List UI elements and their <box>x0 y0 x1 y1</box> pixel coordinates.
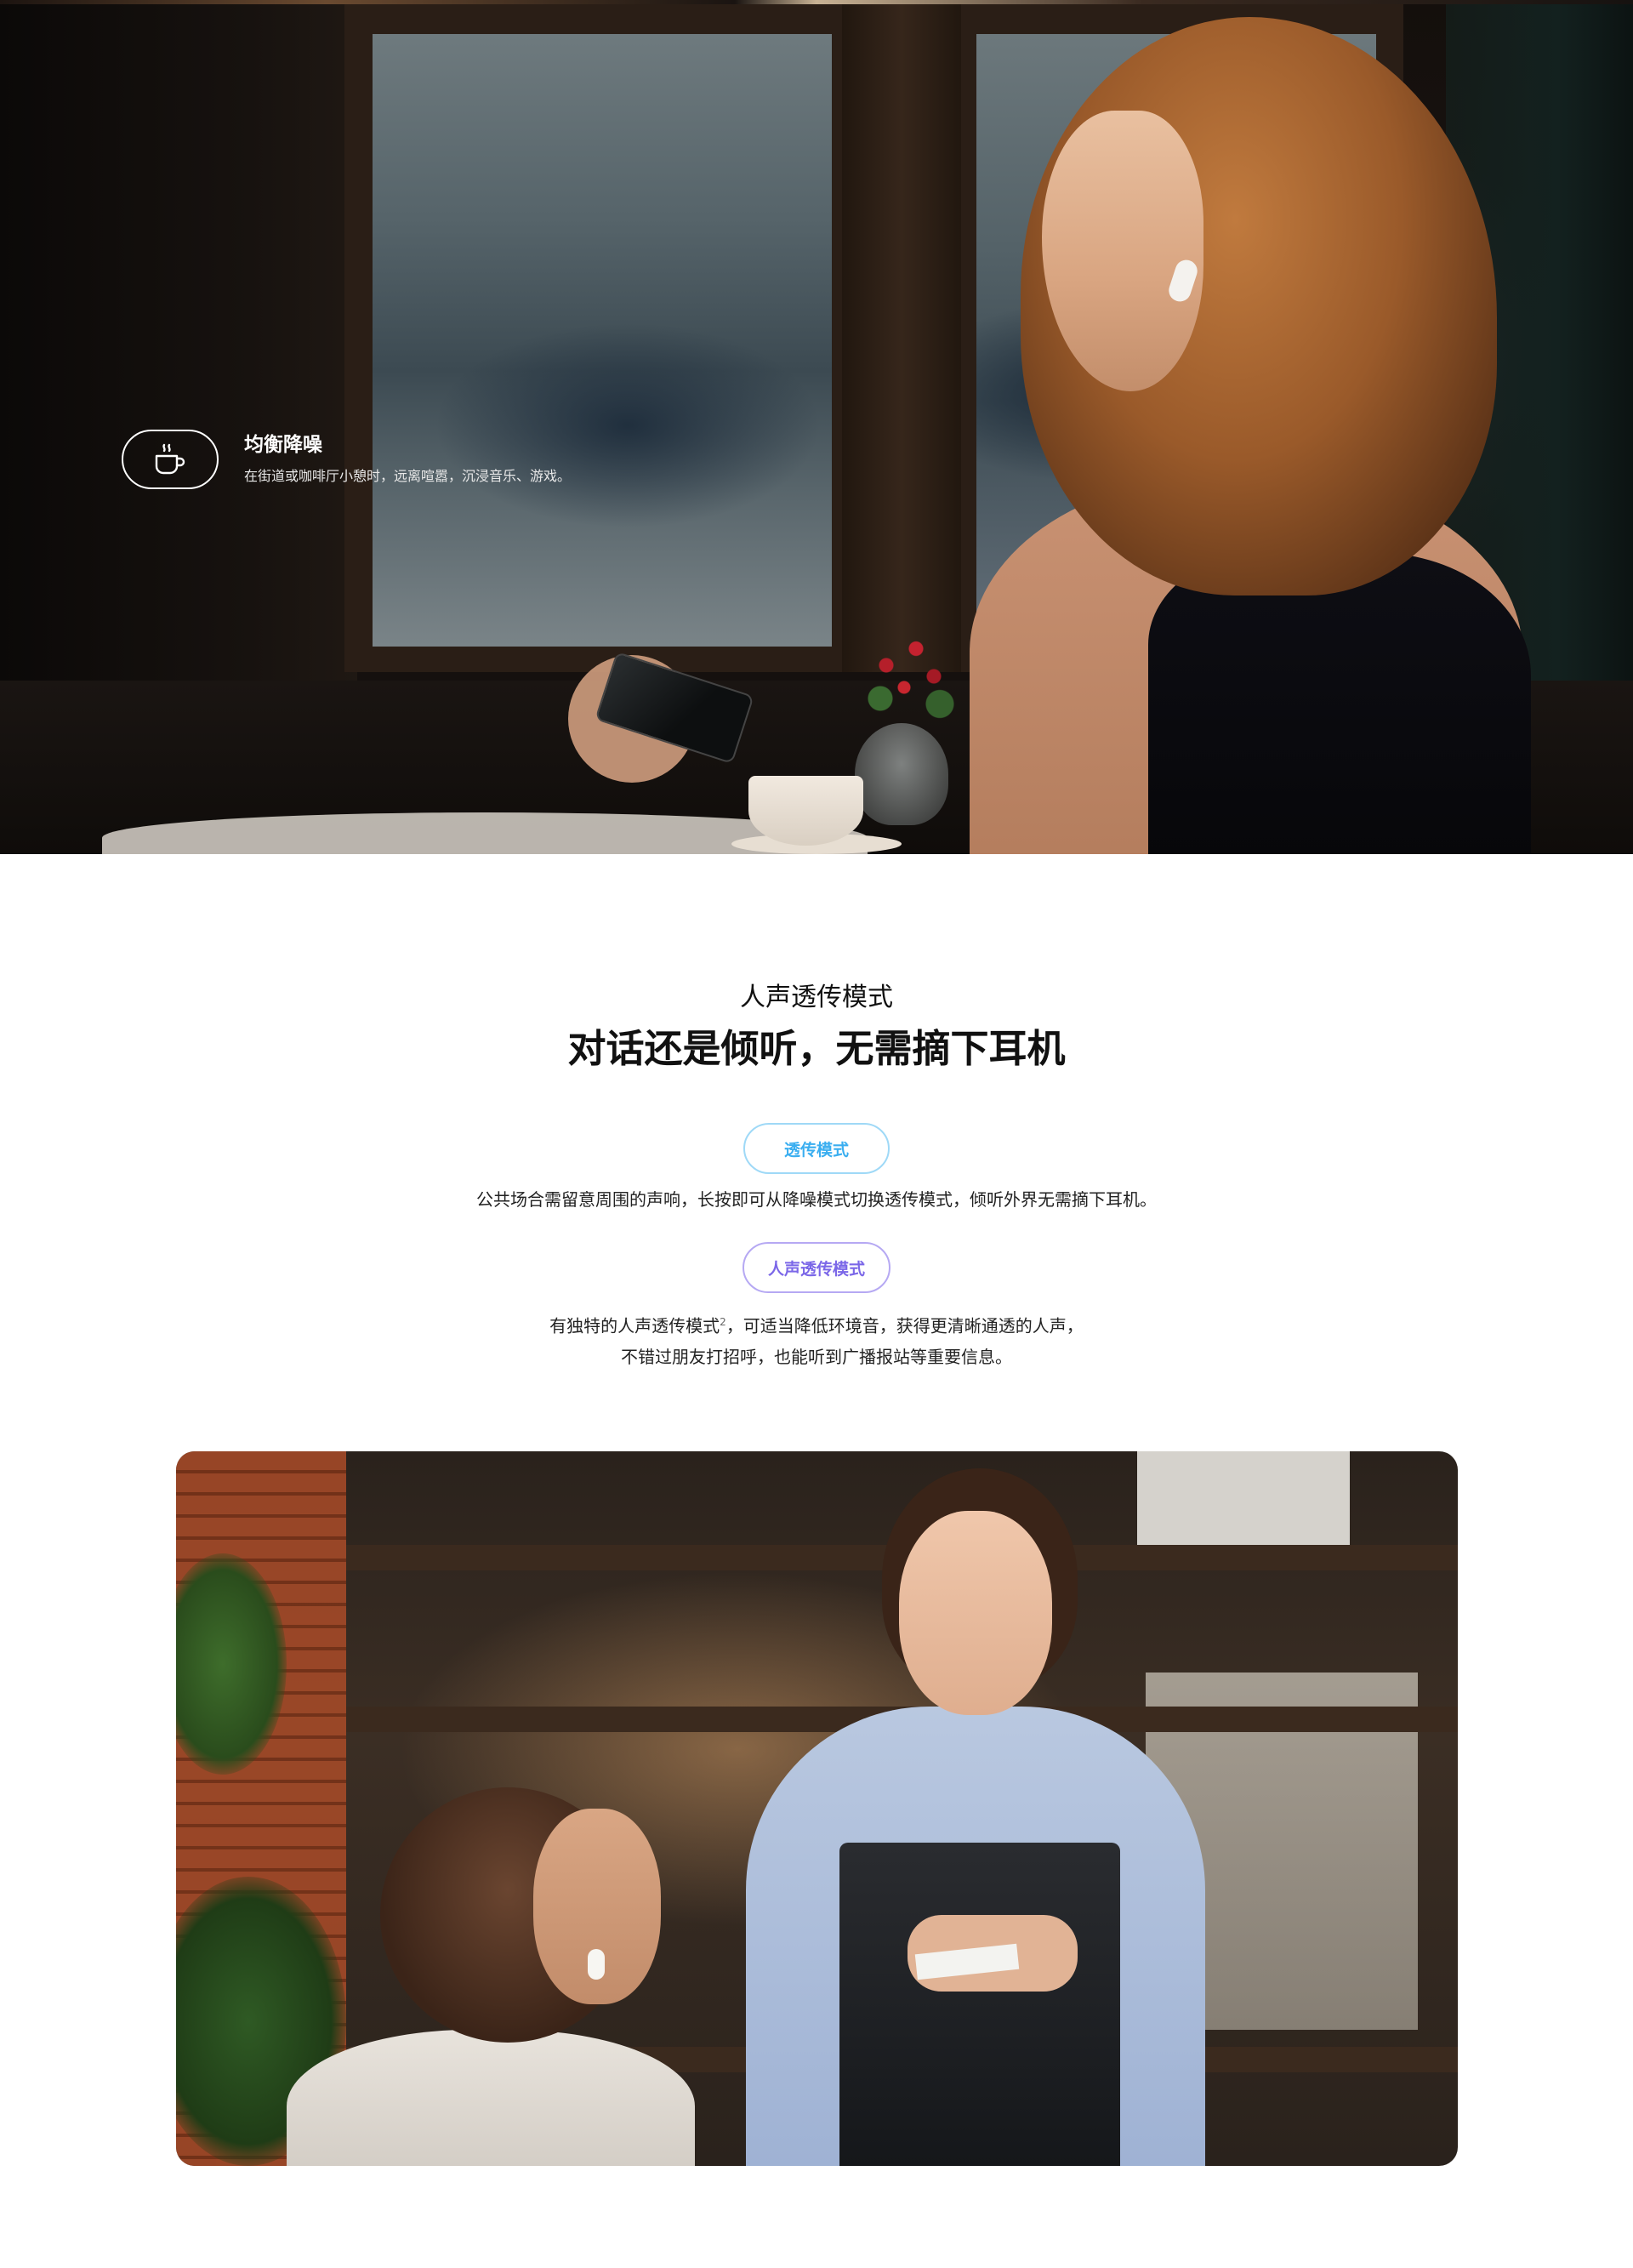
customer-body <box>287 2030 695 2166</box>
hero-caption: 均衡降噪 在街道或咖啡厅小憩时，远离喧嚣，沉浸音乐、游戏。 <box>122 430 571 489</box>
transparent-mode-description: 公共场合需留意周围的声响，长按即可从降噪模式切换透传模式，倾听外界无需摘下耳机。 <box>476 1189 1157 1210</box>
coffee-cup-icon <box>122 430 219 489</box>
footnote-marker: 2 <box>720 1316 726 1328</box>
hero-description: 在街道或咖啡厅小憩时，远离喧嚣，沉浸音乐、游戏。 <box>244 468 572 484</box>
section-kicker: 人声透传模式 <box>740 983 893 1012</box>
cafe-conversation-photo <box>176 1451 1458 2166</box>
waitress-face <box>899 1511 1052 1715</box>
flower-arrangement <box>851 621 970 732</box>
description-line1-start: 有独特的人声透传模式 <box>549 1315 720 1336</box>
back-window-top <box>1137 1451 1350 1545</box>
vocal-transparent-mode-tag: 人声透传模式 <box>743 1242 890 1293</box>
coffee-cup <box>748 776 863 846</box>
description-line1-end: ，可适当降低环境音，获得更清晰通透的人声， <box>725 1315 1084 1336</box>
earbud <box>588 1949 605 1980</box>
hero-photo: 均衡降噪 在街道或咖啡厅小憩时，远离喧嚣，沉浸音乐、游戏。 <box>0 0 1633 854</box>
description-line2: 不错过朋友打招呼，也能听到广播报站等重要信息。 <box>621 1346 1012 1367</box>
woman-dress <box>1148 553 1531 854</box>
hero-top-edge <box>0 0 1633 4</box>
transparent-mode-tag: 透传模式 <box>743 1123 890 1174</box>
hero-window-pane-left <box>373 34 832 647</box>
vocal-transparent-mode-description: 有独特的人声透传模式2，可适当降低环境音，获得更清晰通透的人声， 不错过朋友打招… <box>0 1307 1633 1372</box>
hero-window-divider <box>842 0 961 672</box>
section-title: 对话还是倾听，无需摘下耳机 <box>567 1026 1066 1071</box>
glass-vase <box>855 723 948 825</box>
waitress-apron <box>839 1843 1120 2166</box>
hero-title: 均衡降噪 <box>244 434 322 456</box>
